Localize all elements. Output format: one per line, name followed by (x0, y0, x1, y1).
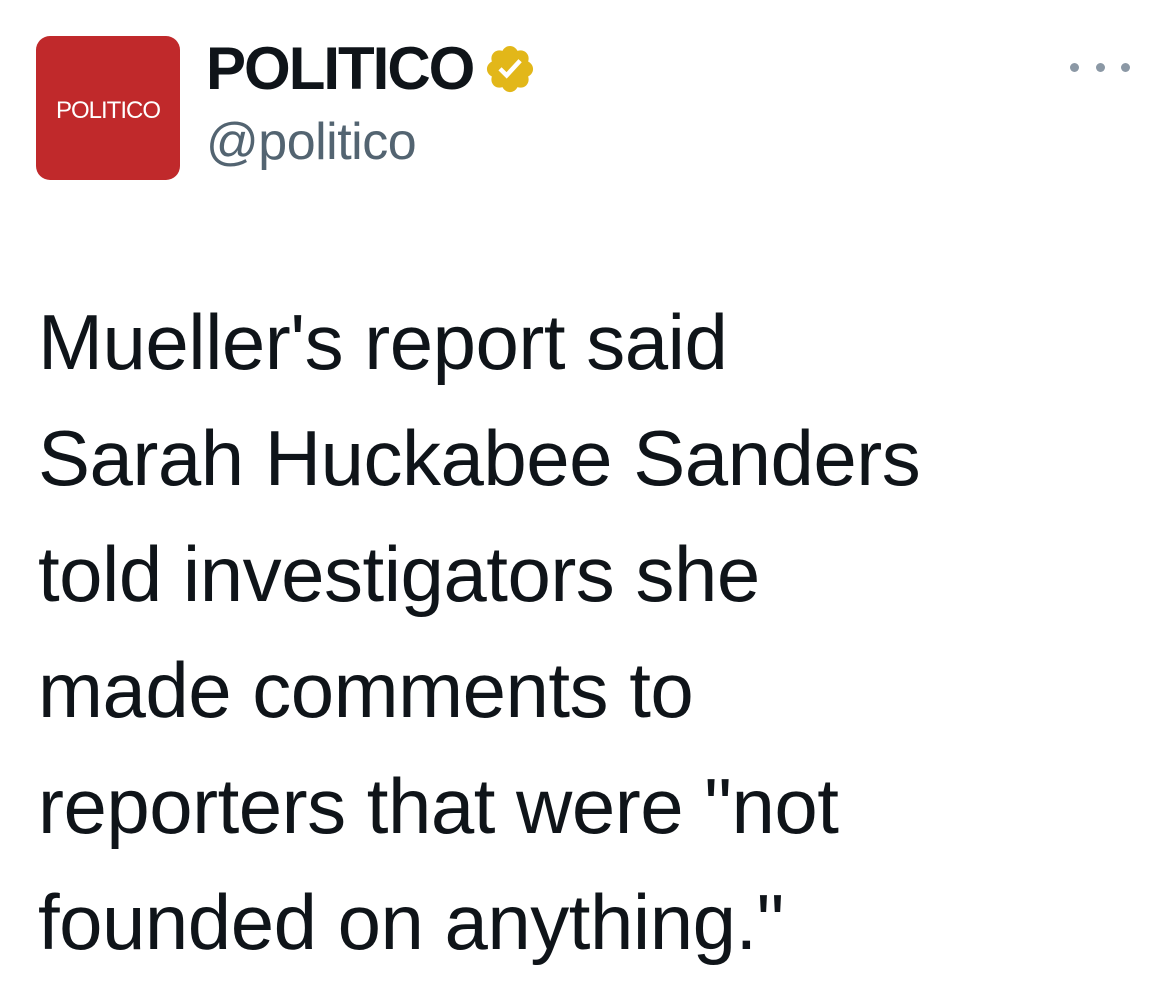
avatar-logo-text: POLITICO (55, 97, 161, 124)
verified-badge-icon[interactable] (483, 42, 537, 96)
author-info: POLITICO @politico (206, 36, 537, 174)
more-horizontal-icon (1095, 62, 1105, 72)
author-display-name[interactable]: POLITICO (206, 36, 475, 102)
display-name-row: POLITICO (206, 36, 537, 102)
tweet-card: POLITICO POLITICO @politico Mueller's re… (0, 0, 1170, 995)
author-handle[interactable]: @politico (206, 110, 537, 174)
tweet-text: Mueller's report said Sarah Huckabee San… (38, 298, 921, 966)
avatar[interactable]: POLITICO (36, 36, 180, 180)
more-options-button[interactable] (1070, 52, 1130, 82)
more-horizontal-icon (1070, 62, 1079, 72)
more-horizontal-icon (1121, 62, 1130, 72)
tweet-header: POLITICO POLITICO @politico (36, 36, 1134, 186)
